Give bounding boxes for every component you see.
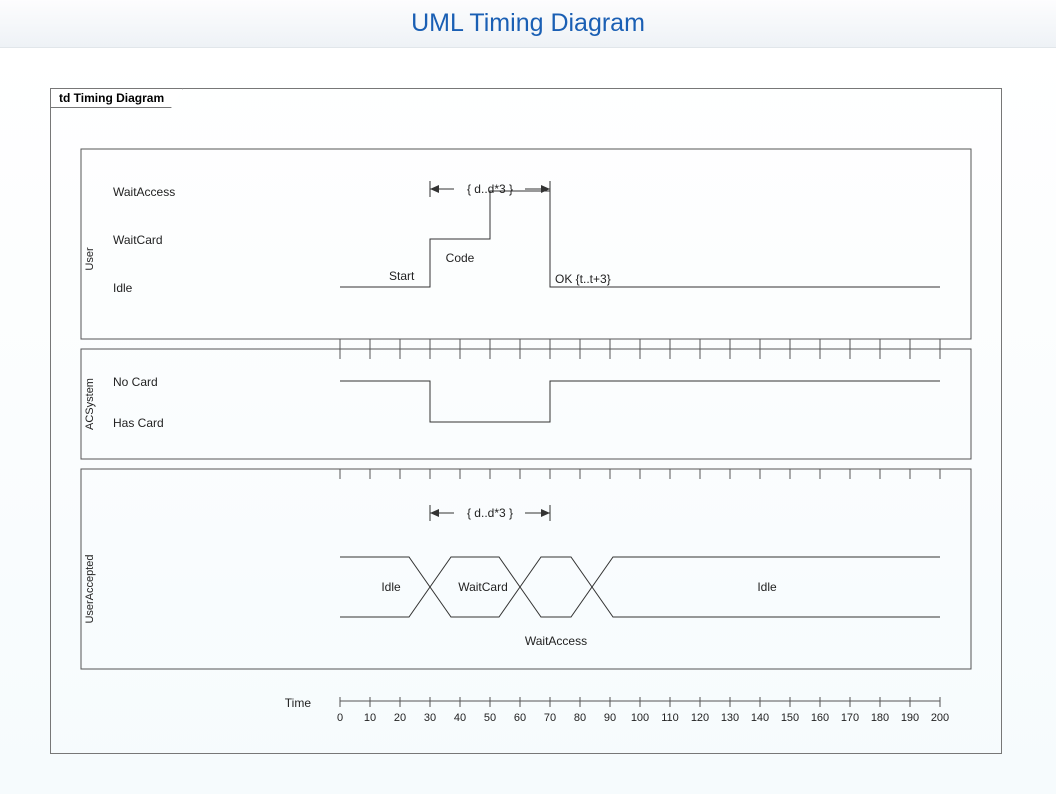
svg-text:170: 170	[841, 712, 859, 724]
lane-user-label: User	[84, 247, 96, 271]
time-axis: Time 0 10 20 30 40 50 60 70 80 90 100 110 120 130 140 1…	[285, 696, 949, 724]
svg-text:90: 90	[604, 712, 616, 724]
user-state-waitaccess: WaitAccess	[113, 185, 175, 199]
svg-text:60: 60	[514, 712, 526, 724]
svg-text:200: 200	[931, 712, 949, 724]
svg-text:130: 130	[721, 712, 739, 724]
user-event-ok: OK {t..t+3}	[555, 272, 611, 286]
svg-text:10: 10	[364, 712, 376, 724]
timing-frame: td Timing Diagram User WaitAccess WaitCa…	[50, 88, 1002, 754]
user-state-waitcard: WaitCard	[113, 233, 163, 247]
time-axis-label: Time	[285, 696, 312, 710]
lane-acsystem: ACSystem No Card Has Card	[81, 349, 971, 459]
user-constraint: { d..d*3 }	[430, 181, 550, 197]
user-event-start: Start	[389, 269, 415, 283]
useraccepted-constraint: { d..d*3 }	[430, 505, 550, 521]
ua-seg-waitcard: WaitCard	[458, 580, 508, 594]
timing-svg: User WaitAccess WaitCard Idle { d..d*3 }	[51, 89, 1003, 755]
lane-acsystem-label: ACSystem	[84, 378, 96, 430]
acsystem-state-hascard: Has Card	[113, 416, 164, 430]
lane-useraccepted-label: UserAccepted	[84, 554, 96, 623]
header-bar: UML Timing Diagram	[0, 0, 1056, 48]
ua-seg-idle1: Idle	[381, 580, 401, 594]
svg-text:40: 40	[454, 712, 466, 724]
svg-text:100: 100	[631, 712, 649, 724]
lane-useraccepted: UserAccepted { d..d*3 }	[81, 469, 971, 669]
useraccepted-constraint-text: { d..d*3 }	[467, 506, 513, 520]
svg-text:20: 20	[394, 712, 406, 724]
svg-text:140: 140	[751, 712, 769, 724]
acsystem-state-nocard: No Card	[113, 375, 158, 389]
svg-text:80: 80	[574, 712, 586, 724]
lane-user: User WaitAccess WaitCard Idle { d..d*3 }	[81, 149, 971, 349]
svg-text:0: 0	[337, 712, 343, 724]
svg-text:160: 160	[811, 712, 829, 724]
svg-text:180: 180	[871, 712, 889, 724]
svg-text:190: 190	[901, 712, 919, 724]
svg-text:50: 50	[484, 712, 496, 724]
svg-text:110: 110	[661, 712, 679, 724]
user-event-code: Code	[446, 251, 475, 265]
svg-text:150: 150	[781, 712, 799, 724]
user-constraint-text: { d..d*3 }	[467, 182, 513, 196]
svg-text:120: 120	[691, 712, 709, 724]
ua-seg-idle2: Idle	[757, 580, 777, 594]
svg-text:70: 70	[544, 712, 556, 724]
ua-seg-waitaccess: WaitAccess	[525, 634, 587, 648]
diagram-canvas: td Timing Diagram User WaitAccess WaitCa…	[0, 48, 1056, 794]
svg-text:30: 30	[424, 712, 436, 724]
user-state-idle: Idle	[113, 281, 133, 295]
page-title: UML Timing Diagram	[411, 9, 645, 38]
